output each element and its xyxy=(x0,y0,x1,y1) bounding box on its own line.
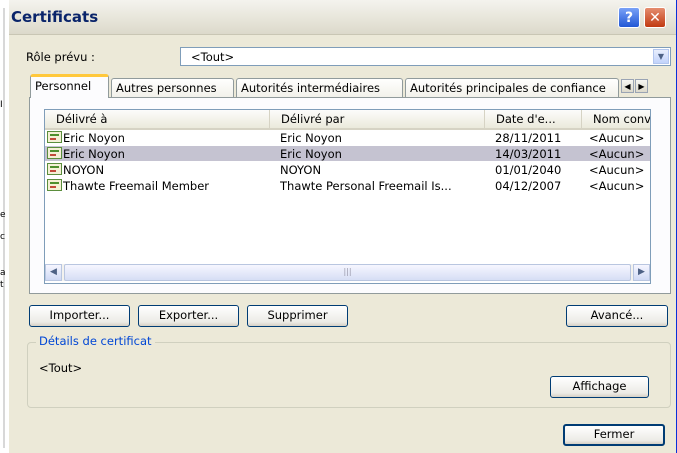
role-label: Rôle prévu : xyxy=(26,50,95,64)
table-row[interactable]: NOYON NOYON 01/01/2040 <Aucun> xyxy=(45,162,650,177)
role-select-value: <Tout> xyxy=(191,50,235,64)
scroll-right-icon[interactable]: ▶ xyxy=(633,264,650,281)
column-issued-to[interactable]: Délivré à xyxy=(45,110,270,128)
certificate-icon xyxy=(47,147,62,159)
desktop-fragment: t xyxy=(0,280,4,290)
tab-trusted-root-authorities[interactable]: Autorités principales de confiance xyxy=(405,78,619,97)
table-row[interactable]: Eric Noyon Eric Noyon 28/11/2011 <Aucun> xyxy=(45,130,650,145)
view-button[interactable]: Affichage xyxy=(550,376,649,398)
tab-label: Autres personnes xyxy=(116,81,217,95)
chevron-right-icon[interactable]: ▶ xyxy=(635,79,648,93)
table-row[interactable]: Eric Noyon Eric Noyon 14/03/2011 <Aucun> xyxy=(45,146,650,161)
tab-intermediate-authorities[interactable]: Autorités intermédiaires xyxy=(236,78,403,97)
certificate-details-value: <Tout> xyxy=(39,361,83,375)
close-button[interactable]: Fermer xyxy=(563,424,665,446)
desktop-edge xyxy=(3,8,5,448)
desktop-fragment: c xyxy=(0,232,5,242)
certificate-details-legend: Détails de certificat xyxy=(36,334,155,348)
desktop-fragment: e xyxy=(0,210,6,220)
scroll-left-icon[interactable]: ◀ xyxy=(45,264,62,281)
desktop-fragment: I xyxy=(0,100,3,110)
help-icon[interactable]: ? xyxy=(618,7,640,28)
tab-label: Personnel xyxy=(35,79,92,93)
certificates-dialog: Certificats ? ✕ Rôle prévu : <Tout> ▼ Pe… xyxy=(9,0,677,453)
certificate-details-group xyxy=(27,342,671,408)
window-title: Certificats xyxy=(11,8,99,26)
certificate-icon xyxy=(47,163,62,175)
table-row[interactable]: Thawte Freemail Member Thawte Personal F… xyxy=(45,178,650,193)
role-select[interactable]: <Tout> ▼ xyxy=(180,47,671,66)
advanced-button[interactable]: Avancé... xyxy=(566,305,668,327)
horizontal-scrollbar[interactable]: ◀ ||| ▶ xyxy=(45,264,650,281)
title-bar[interactable]: Certificats ? ✕ xyxy=(9,0,676,35)
column-expiration-date[interactable]: Date d'e... xyxy=(485,110,582,128)
import-button[interactable]: Importer... xyxy=(29,305,130,327)
list-header: Délivré à Délivré par Date d'e... Nom co… xyxy=(45,110,650,130)
column-friendly-name[interactable]: Nom conv xyxy=(582,110,650,128)
tab-label: Autorités principales de confiance xyxy=(410,81,606,95)
chevron-down-icon[interactable]: ▼ xyxy=(653,49,669,64)
certificate-list[interactable]: Délivré à Délivré par Date d'e... Nom co… xyxy=(44,109,651,284)
export-button[interactable]: Exporter... xyxy=(138,305,239,327)
desktop-fragment: a xyxy=(0,268,6,278)
column-issued-by[interactable]: Délivré par xyxy=(270,110,485,128)
scroll-thumb[interactable]: ||| xyxy=(64,264,631,281)
certificate-icon xyxy=(47,131,62,143)
delete-button[interactable]: Supprimer xyxy=(247,305,348,327)
tab-label: Autorités intermédiaires xyxy=(241,81,381,95)
tab-personnel[interactable]: Personnel xyxy=(30,74,109,98)
certificate-icon xyxy=(47,179,62,191)
tab-other-people[interactable]: Autres personnes xyxy=(111,78,234,97)
close-icon[interactable]: ✕ xyxy=(644,7,666,28)
chevron-left-icon[interactable]: ◀ xyxy=(621,79,634,93)
